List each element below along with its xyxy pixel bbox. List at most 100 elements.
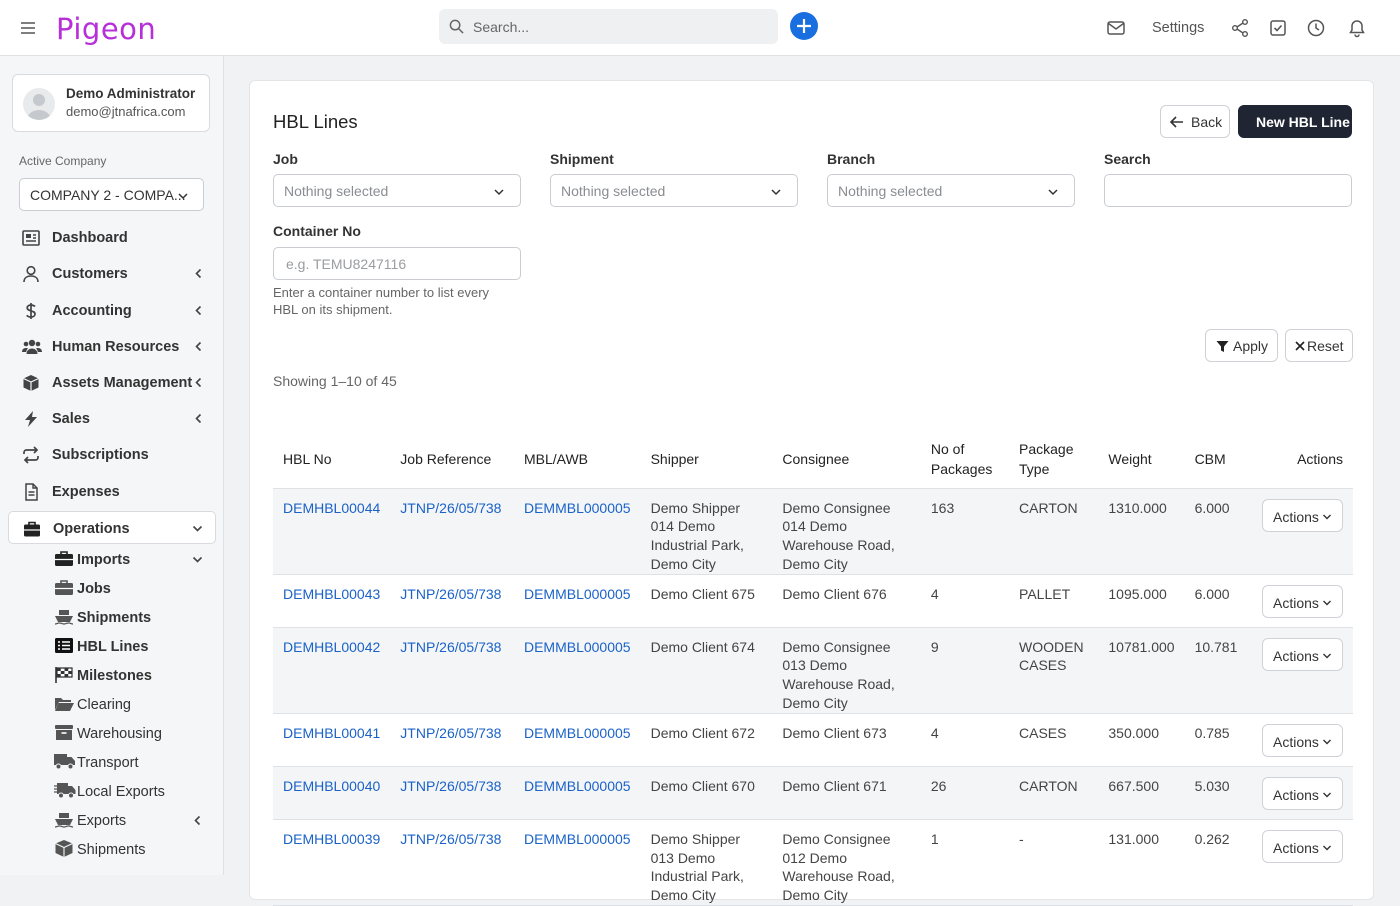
row-actions-button[interactable]: Actions — [1262, 723, 1343, 757]
sidebar-subitem-jobs[interactable]: Jobs — [52, 575, 216, 601]
app-logo[interactable]: Pigeon — [56, 12, 156, 46]
sidebar-subitem-label: Milestones — [77, 668, 152, 684]
row-actions-button[interactable]: Actions — [1262, 829, 1343, 863]
job-link[interactable]: JTNP/26/05/738 — [400, 586, 501, 602]
sidebar-item-dashboard[interactable]: Dashboard — [8, 221, 216, 254]
column-header[interactable]: Job Reference — [390, 431, 514, 489]
column-header[interactable]: No of Packages — [920, 431, 1010, 489]
mbl-link[interactable]: DEMMBL000005 — [524, 639, 631, 655]
sidebar-subitem-transport[interactable]: Transport — [52, 749, 216, 775]
new-hbl-line-button[interactable]: New HBL Line — [1238, 105, 1352, 138]
repeat-icon — [22, 446, 40, 464]
sidebar-subitem-shipments[interactable]: Shipments — [52, 604, 216, 630]
job-link[interactable]: JTNP/26/05/738 — [400, 725, 501, 741]
hbl-link[interactable]: DEMHBL00041 — [283, 725, 380, 741]
branch-filter-select[interactable]: Nothing selected — [827, 174, 1075, 207]
chevron-down-icon — [1323, 792, 1331, 798]
sidebar-subitem-warehousing[interactable]: Warehousing — [52, 720, 216, 746]
sidebar-item-operations[interactable]: Operations — [8, 511, 216, 544]
global-search-input[interactable] — [473, 9, 773, 44]
cell-actions: Actions — [1251, 819, 1353, 906]
clock-icon[interactable] — [1306, 18, 1326, 38]
mbl-link[interactable]: DEMMBL000005 — [524, 500, 631, 516]
sidebar-subitem-hbl-lines[interactable]: HBL Lines — [52, 633, 216, 659]
cell-hbl-no: DEMHBL00040 — [273, 766, 391, 820]
company-select[interactable]: COMPANY 2 - COMPA... — [19, 178, 204, 211]
cube-icon — [22, 374, 40, 392]
sidebar-subitem-imports[interactable]: Imports — [52, 546, 216, 572]
sidebar-subitem-milestones[interactable]: Milestones — [52, 662, 216, 688]
job-link[interactable]: JTNP/26/05/738 — [400, 778, 501, 794]
search-filter-input[interactable] — [1104, 174, 1352, 207]
hbl-link[interactable]: DEMHBL00042 — [283, 639, 380, 655]
shipment-filter-select[interactable]: Nothing selected — [550, 174, 798, 207]
sidebar-subitem-label: Exports — [77, 813, 127, 829]
chevron-down-icon — [192, 523, 203, 534]
hbl-lines-table: HBL No Job Reference MBL/AWB Shipper Con… — [273, 431, 1353, 906]
sidebar-subitem-export-shipments[interactable]: Shipments — [52, 836, 216, 862]
cell-cbm: 0.785 — [1184, 713, 1252, 767]
row-actions-label: Actions — [1273, 839, 1319, 856]
user-email: demo@jtnafrica.com — [66, 104, 186, 119]
quick-add-button[interactable] — [790, 12, 818, 40]
column-header[interactable]: Shipper — [640, 431, 773, 489]
column-header[interactable]: CBM — [1184, 431, 1252, 489]
menu-icon[interactable] — [18, 18, 38, 38]
column-header[interactable]: Package Type — [1009, 431, 1099, 489]
shipment-filter-value: Nothing selected — [561, 183, 666, 199]
cell-consignee: Demo Consignee 014 Demo Warehouse Road, … — [772, 488, 921, 575]
sidebar-item-subscriptions[interactable]: Subscriptions — [8, 438, 216, 471]
apply-filter-button[interactable]: Apply — [1205, 329, 1278, 362]
hbl-link[interactable]: DEMHBL00040 — [283, 778, 380, 794]
hbl-link[interactable]: DEMHBL00039 — [283, 831, 380, 847]
sidebar-subitem-clearing[interactable]: Clearing — [52, 691, 216, 717]
column-header[interactable]: HBL No — [273, 431, 391, 489]
cell-job-ref: JTNP/26/05/738 — [390, 713, 514, 767]
results-count: Showing 1–10 of 45 — [273, 373, 397, 389]
cell-actions: Actions — [1251, 766, 1353, 820]
task-check-icon[interactable] — [1268, 18, 1288, 38]
column-header[interactable]: MBL/AWB — [513, 431, 641, 489]
sidebar-item-assets-management[interactable]: Assets Management — [8, 366, 216, 399]
settings-link[interactable]: Settings — [1152, 20, 1204, 36]
sidebar-item-customers[interactable]: Customers — [8, 257, 216, 290]
row-actions-button[interactable]: Actions — [1262, 637, 1343, 671]
bell-icon[interactable] — [1347, 18, 1367, 38]
sidebar-item-human-resources[interactable]: Human Resources — [8, 330, 216, 363]
row-actions-button[interactable]: Actions — [1262, 776, 1343, 810]
sidebar-item-label: Human Resources — [52, 339, 180, 355]
mbl-link[interactable]: DEMMBL000005 — [524, 586, 631, 602]
hbl-link[interactable]: DEMHBL00043 — [283, 586, 380, 602]
back-button[interactable]: Back — [1160, 105, 1230, 138]
container-no-input[interactable] — [273, 247, 521, 280]
row-actions-button[interactable]: Actions — [1262, 584, 1343, 618]
arrow-left-icon — [1170, 116, 1183, 128]
job-link[interactable]: JTNP/26/05/738 — [400, 639, 501, 655]
hbl-link[interactable]: DEMHBL00044 — [283, 500, 380, 516]
branch-filter-value: Nothing selected — [838, 183, 943, 199]
sidebar-item-expenses[interactable]: Expenses — [8, 475, 216, 508]
reset-filter-button[interactable]: Reset — [1285, 329, 1353, 362]
job-filter-select[interactable]: Nothing selected — [273, 174, 521, 207]
sidebar-item-sales[interactable]: Sales — [8, 402, 216, 435]
cell-weight: 667.500 — [1098, 766, 1185, 820]
cell-job-ref: JTNP/26/05/738 — [390, 627, 514, 714]
job-link[interactable]: JTNP/26/05/738 — [400, 500, 501, 516]
sidebar-subitem-local-exports[interactable]: Local Exports — [52, 778, 216, 804]
row-actions-button[interactable]: Actions — [1262, 498, 1343, 532]
row-actions-label: Actions — [1273, 647, 1319, 664]
sidebar-subitem-exports[interactable]: Exports — [52, 807, 216, 833]
job-link[interactable]: JTNP/26/05/738 — [400, 831, 501, 847]
sidebar-item-accounting[interactable]: Accounting — [8, 294, 216, 327]
mbl-link[interactable]: DEMMBL000005 — [524, 725, 631, 741]
share-icon[interactable] — [1230, 18, 1250, 38]
cell-packages: 26 — [920, 766, 1010, 820]
column-header[interactable]: Consignee — [772, 431, 921, 489]
mail-icon[interactable] — [1106, 18, 1126, 38]
mbl-link[interactable]: DEMMBL000005 — [524, 778, 631, 794]
cell-mbl: DEMMBL000005 — [513, 488, 641, 575]
column-header[interactable]: Weight — [1098, 431, 1185, 489]
user-card[interactable]: Demo Administrator demo@jtnafrica.com — [12, 74, 210, 132]
cell-cbm: 6.000 — [1184, 488, 1252, 575]
mbl-link[interactable]: DEMMBL000005 — [524, 831, 631, 847]
